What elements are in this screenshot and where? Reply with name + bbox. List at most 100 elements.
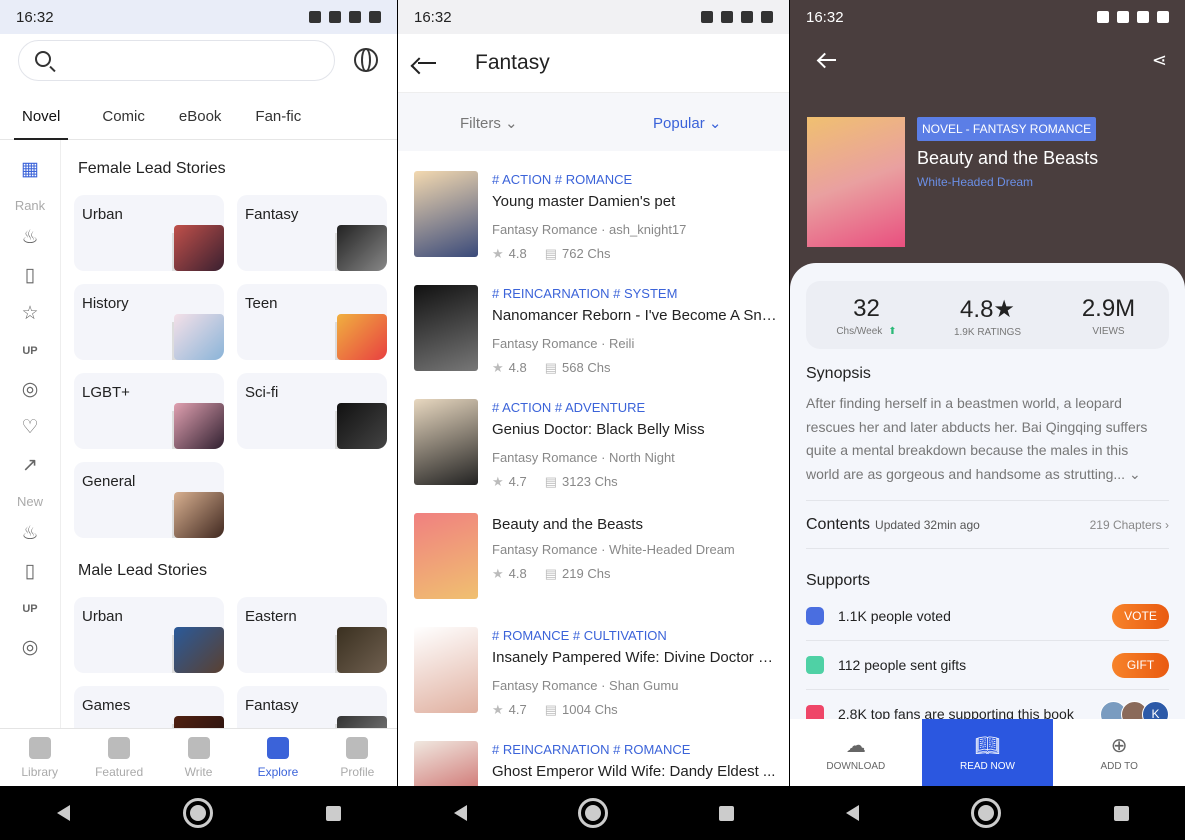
back-icon[interactable] — [453, 805, 467, 821]
add-to-button[interactable]: ⊕ ADD TO — [1053, 719, 1185, 786]
book-list-item[interactable]: # REINCARNATION # SYSTEM Nanomancer Rebo… — [398, 284, 789, 398]
recents-icon[interactable] — [718, 805, 734, 821]
category-card[interactable]: Teen — [237, 284, 387, 360]
home-icon[interactable] — [577, 798, 608, 828]
download-button[interactable]: ☁ DOWNLOAD — [790, 719, 922, 786]
rating: 4.8 — [508, 566, 527, 581]
library-icon — [28, 737, 51, 759]
tab-novel[interactable]: Novel — [14, 100, 69, 140]
author-link[interactable]: White-Headed Dream — [917, 175, 1033, 189]
star-icon[interactable]: ☆ — [0, 294, 60, 332]
up-icon[interactable]: UP — [0, 590, 60, 628]
tab-comic[interactable]: Comic — [102, 100, 145, 140]
chevron-down-icon[interactable]: ⌄ — [1129, 466, 1141, 482]
chapters-link[interactable]: 219 Chapters › — [1090, 518, 1169, 532]
back-icon[interactable] — [846, 805, 860, 821]
fire-icon[interactable]: ♨ — [0, 218, 60, 256]
back-icon[interactable] — [56, 805, 70, 821]
filters-dropdown[interactable]: Filters ⌄ — [460, 114, 518, 132]
category-card[interactable]: Fantasy — [237, 195, 387, 271]
trend-icon[interactable]: ↗ — [0, 446, 60, 484]
category-card[interactable]: Sci-fi — [237, 373, 387, 449]
write-icon — [187, 737, 210, 759]
home-icon[interactable] — [971, 798, 1002, 828]
detail-card: 32 Chs/Week ⬆ 4.8★ 1.9K RATINGS 2.9M VIEWS S… — [790, 263, 1185, 733]
section-title: Male Lead Stories — [78, 562, 207, 579]
cover-thumbnail — [174, 403, 224, 449]
category-card[interactable]: Games — [74, 686, 224, 728]
star-icon: ★ — [492, 474, 504, 489]
user-heart-icon[interactable]: ♡ — [0, 408, 60, 446]
filters-label: Filters — [460, 115, 501, 132]
book-cover — [414, 285, 478, 371]
genre-screen: 16:32 Fantasy Filters ⌄ Popular ⌄ # ACTI… — [398, 0, 789, 840]
synopsis-text[interactable]: After finding herself in a beastmen worl… — [806, 392, 1156, 486]
book-title: Ghost Emperor Wild Wife: Dandy Eldest ..… — [492, 763, 776, 780]
nav-write[interactable]: Write — [159, 729, 238, 786]
nav-profile[interactable]: Profile — [318, 729, 397, 786]
book-cover — [414, 399, 478, 485]
book-title: Beauty and the Beasts — [917, 148, 1099, 168]
nav-explore[interactable]: Explore — [238, 729, 317, 786]
rating: 4.8 — [508, 360, 527, 375]
tab-ebook[interactable]: eBook — [179, 100, 222, 140]
book-list-item[interactable]: Beauty and the Beasts Fantasy Romance · … — [398, 512, 789, 626]
category-grid: Urban Fantasy History Teen LGBT+ Sci-fi Genera… — [74, 195, 397, 538]
chevron-down-icon: ⌄ — [708, 115, 722, 132]
rating: 4.7 — [508, 474, 527, 489]
globe-icon[interactable] — [354, 48, 378, 72]
book-list-item[interactable]: # ACTION # ROMANCE Young master Damien's… — [398, 170, 789, 284]
bookmark-icon[interactable]: ▯ — [0, 552, 60, 590]
gift-button[interactable]: GIFT — [1112, 652, 1169, 678]
recents-icon[interactable] — [1113, 805, 1129, 821]
nav-label: Write — [184, 765, 213, 779]
rating: 4.8 — [508, 246, 527, 261]
recents-icon[interactable] — [325, 805, 341, 821]
document-icon: ▤ — [544, 360, 558, 375]
bookmark-icon[interactable]: ▯ — [0, 256, 60, 294]
back-arrow-icon[interactable] — [818, 59, 836, 61]
sort-dropdown[interactable]: Popular ⌄ — [653, 114, 721, 132]
nav-featured[interactable]: Featured — [79, 729, 158, 786]
nav-library[interactable]: Library — [0, 729, 79, 786]
vote-button[interactable]: VOTE — [1112, 603, 1169, 629]
star-icon: ★ — [492, 246, 504, 261]
stat-views: 2.9M VIEWS — [1081, 295, 1136, 337]
category-card[interactable]: General — [74, 462, 224, 538]
read-now-button[interactable]: 📖︎ READ NOW — [921, 719, 1054, 786]
status-icons — [701, 9, 773, 25]
gifts-row: 112 people sent gifts GIFT — [806, 650, 1169, 680]
header: Fantasy — [398, 34, 789, 93]
filter-bar: Filters ⌄ Popular ⌄ — [398, 93, 789, 151]
book-detail-screen: 16:32 ⋖ NOVEL - FANTASY ROMANCE Beauty a… — [790, 0, 1185, 840]
pulse-icon[interactable]: ◎ — [0, 370, 60, 408]
book-list-item[interactable]: # ROMANCE # CULTIVATION Insanely Pampere… — [398, 626, 789, 740]
plus-circle-icon: ⊕ — [1110, 735, 1128, 757]
category-card[interactable]: LGBT+ — [74, 373, 224, 449]
tab-fanfic[interactable]: Fan-fic — [255, 100, 301, 140]
cover-thumbnail — [174, 716, 224, 728]
status-icons — [1097, 9, 1169, 25]
category-card[interactable]: Urban — [74, 195, 224, 271]
back-arrow-icon[interactable] — [418, 62, 436, 64]
search-input[interactable] — [18, 40, 335, 81]
search-icon — [35, 51, 51, 67]
nav-label: Profile — [340, 765, 375, 779]
category-card[interactable]: History — [74, 284, 224, 360]
sort-label: Popular — [653, 115, 705, 132]
grid-icon[interactable]: ▦ — [0, 140, 60, 198]
up-icon[interactable]: UP — [0, 332, 60, 370]
book-meta: Fantasy Romance · ash_knight17 — [492, 222, 687, 237]
gift-icon — [806, 656, 824, 674]
share-icon[interactable]: ⋖ — [1152, 50, 1167, 71]
fire-icon[interactable]: ♨ — [0, 514, 60, 552]
category-card[interactable]: Urban — [74, 597, 224, 673]
book-list-item[interactable]: # ACTION # ADVENTURE Genius Doctor: Blac… — [398, 398, 789, 512]
book-tags: # REINCARNATION # SYSTEM — [492, 286, 678, 301]
category-card[interactable]: Eastern — [237, 597, 387, 673]
pulse-icon[interactable]: ◎ — [0, 628, 60, 666]
home-icon[interactable] — [182, 798, 213, 828]
contents-row[interactable]: Contents Updated 32min ago 219 Chapters › — [806, 516, 1169, 534]
chapter-count: 568 Chs — [562, 360, 611, 375]
category-card[interactable]: Fantasy — [237, 686, 387, 728]
